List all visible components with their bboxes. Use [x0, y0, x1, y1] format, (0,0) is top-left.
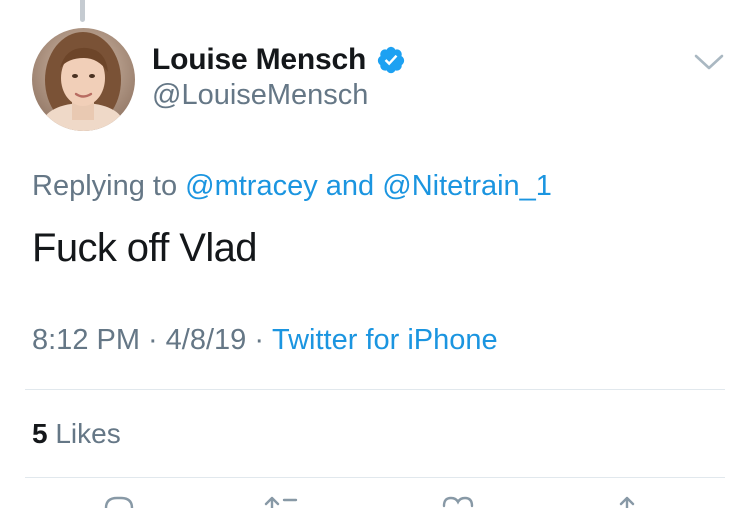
display-name[interactable]: Louise Mensch — [152, 43, 366, 77]
tweet-time[interactable]: 8:12 PM — [32, 324, 140, 356]
divider — [25, 389, 725, 390]
likes-count: 5 — [32, 418, 48, 449]
chevron-down-icon[interactable] — [692, 50, 726, 74]
tweet-actions-bar — [0, 494, 750, 508]
tweet-detail-view: Louise Mensch @LouiseMensch Replying to … — [0, 0, 750, 508]
user-name-row: Louise Mensch — [152, 40, 406, 80]
replying-to-line: Replying to @mtracey and @Nitetrain_1 — [32, 170, 552, 203]
heart-icon[interactable] — [440, 494, 476, 508]
reply-icon[interactable] — [102, 494, 136, 508]
replying-to-prefix: Replying to — [32, 170, 178, 202]
meta-separator: · — [148, 324, 158, 356]
reply-mention-joiner: and — [325, 170, 375, 202]
share-icon[interactable] — [612, 494, 642, 508]
tweet-text: Fuck off Vlad — [32, 226, 258, 270]
tweet-source-link[interactable]: Twitter for iPhone — [272, 324, 498, 356]
likes-label: Likes — [55, 418, 121, 449]
reply-mention-nitetrain[interactable]: @Nitetrain_1 — [382, 170, 552, 202]
likes-stat[interactable]: 5 Likes — [32, 418, 121, 450]
retweet-icon[interactable] — [262, 494, 302, 508]
divider — [25, 477, 725, 478]
reply-mention-mtracey[interactable]: @mtracey — [185, 170, 318, 202]
thread-connector-line — [80, 0, 85, 22]
avatar[interactable] — [32, 28, 135, 131]
tweet-metadata: 8:12 PM · 4/8/19 · Twitter for iPhone — [32, 324, 498, 357]
avatar-image — [32, 28, 135, 131]
user-handle[interactable]: @LouiseMensch — [152, 79, 368, 112]
verified-badge-icon — [377, 46, 405, 74]
meta-separator: · — [254, 324, 264, 356]
tweet-date[interactable]: 4/8/19 — [166, 324, 247, 356]
